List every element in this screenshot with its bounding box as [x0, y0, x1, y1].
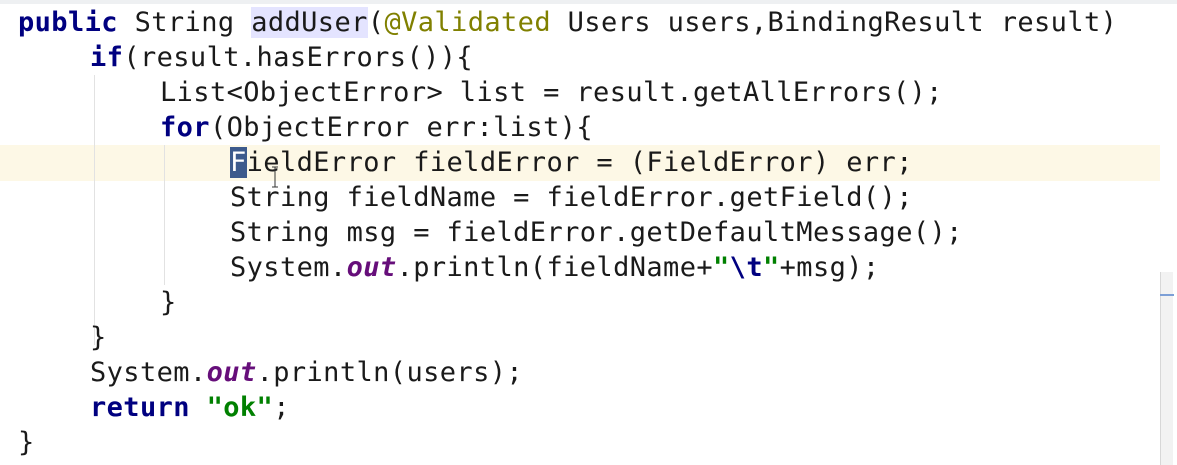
text-cursor-icon	[272, 166, 278, 188]
code-line-field-error-cast[interactable]: FieldError fieldError = (FieldError) err…	[230, 145, 913, 180]
code-token: .println(fieldName+	[396, 252, 714, 283]
code-line-list-declaration[interactable]: List<ObjectError> list = result.getAllEr…	[160, 75, 943, 110]
code-token: }	[90, 322, 107, 353]
code-token: }	[18, 427, 35, 458]
code-token: String fieldName = fieldError.getField()…	[230, 182, 913, 213]
code-line-method-signature[interactable]: public String addUser(@Validated Users u…	[18, 5, 1117, 40]
code-token: if	[90, 42, 124, 73]
vertical-scrollbar[interactable]	[1160, 272, 1173, 465]
code-token: "	[713, 252, 730, 283]
code-token: String	[117, 7, 252, 38]
indent-guide	[94, 75, 95, 345]
code-token: .println(users);	[256, 357, 524, 388]
code-line-println-field[interactable]: System.out.println(fieldName+"\t"+msg);	[230, 250, 880, 285]
code-token: F	[230, 147, 247, 178]
code-token: out	[346, 252, 397, 283]
code-line-return-ok[interactable]: return "ok";	[90, 390, 290, 425]
scrollbar-position-marker	[1160, 294, 1174, 296]
code-editor[interactable]: public String addUser(@Validated Users u…	[0, 0, 1177, 465]
code-token: \t	[729, 252, 763, 283]
code-token: ;	[273, 392, 290, 423]
code-token: }	[160, 287, 177, 318]
code-token: System.	[230, 252, 347, 283]
editor-top-strip	[0, 0, 1177, 4]
code-token: (ObjectError err:list){	[209, 112, 594, 143]
code-token: Users users,BindingResult result)	[551, 7, 1118, 38]
code-token: +msg);	[779, 252, 880, 283]
code-line-println-users[interactable]: System.out.println(users);	[90, 355, 523, 390]
code-token: public	[18, 7, 118, 38]
code-token: List<ObjectError> list = result.getAllEr…	[160, 77, 943, 108]
code-token: "ok"	[206, 392, 274, 423]
code-line-field-name[interactable]: String fieldName = fieldError.getField()…	[230, 180, 913, 215]
code-token: "	[762, 252, 780, 283]
code-token: for	[160, 112, 210, 143]
code-line-if-statement[interactable]: if(result.hasErrors()){	[90, 40, 473, 75]
code-token: System.	[90, 357, 207, 388]
code-line-field-msg[interactable]: String msg = fieldError.getDefaultMessag…	[230, 215, 963, 250]
code-line-for-loop[interactable]: for(ObjectError err:list){	[160, 110, 593, 145]
code-token: (	[367, 7, 385, 38]
code-token: @Validated	[384, 7, 551, 38]
code-token: ieldError fieldError = (FieldError) err;	[246, 147, 913, 178]
code-token: (result.hasErrors()){	[123, 42, 474, 73]
code-line-if-close[interactable]: }	[90, 320, 107, 355]
code-token: addUser	[251, 7, 368, 38]
code-token: out	[206, 357, 257, 388]
indent-guide	[164, 145, 165, 285]
code-line-method-close[interactable]: }	[18, 425, 35, 460]
code-token: return	[90, 392, 190, 423]
code-line-for-close[interactable]: }	[160, 285, 177, 320]
code-token: String msg = fieldError.getDefaultMessag…	[230, 217, 963, 248]
